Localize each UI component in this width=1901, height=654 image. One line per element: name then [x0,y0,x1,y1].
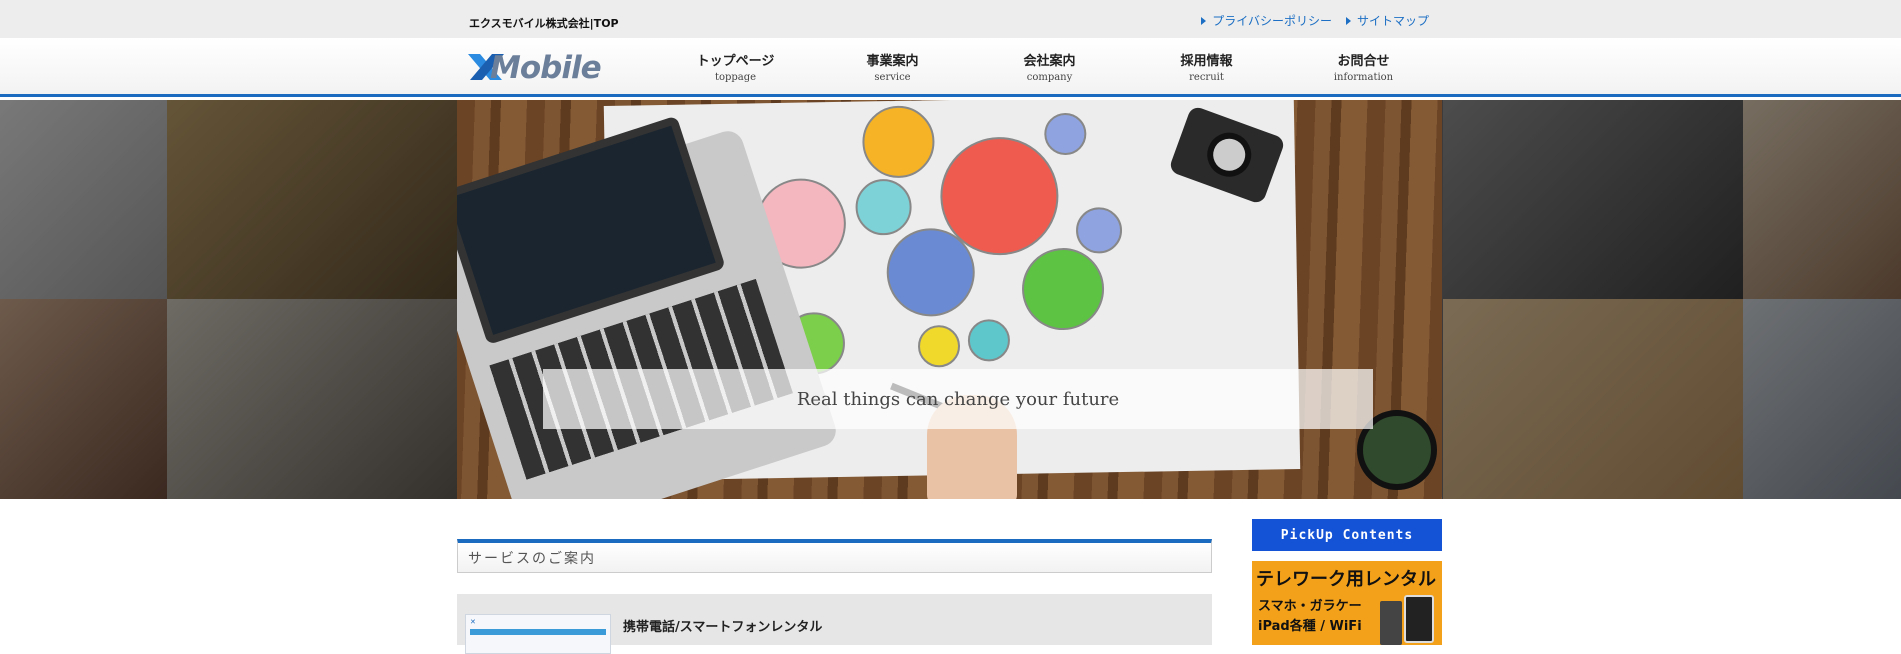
site-header: Mobile トップページ toppage 事業案内 service 会社案内 … [0,38,1901,97]
hero-main-photo [457,100,1442,499]
hero-tagline: Real things can change your future [796,388,1120,410]
nav-label-jp: 事業案内 [866,54,919,69]
mindmap-circle [917,324,961,368]
logo-text: Mobile [490,50,602,86]
nav-label-en: service [874,72,911,83]
privacy-policy-label: プライバシーポリシー [1212,14,1332,28]
pickup-contents-heading: PickUp Contents [1252,519,1442,551]
nav-item-information[interactable]: お問合せ information [1285,44,1442,83]
triangle-bullet-icon [1345,16,1351,25]
top-bar: エクスモバイル株式会社|TOP プライバシーポリシー サイトマップ [0,0,1901,38]
banner-title: テレワーク用レンタル [1256,569,1436,590]
nav-label-jp: 採用情報 [1180,54,1233,69]
nav-item-service[interactable]: 事業案内 service [814,44,971,83]
smartphone-icon [1404,595,1434,643]
hero-right-shade [1443,100,1901,499]
nav-item-toppage[interactable]: トップページ toppage [657,44,814,83]
hero-left-shade [0,100,457,499]
service-item[interactable]: ✕ 携帯電話/スマートフォンレンタル [457,594,1212,654]
banner-subtitle-2: iPad各種 / WiFi [1258,619,1362,634]
nav-label-en: information [1333,72,1394,83]
site-title: エクスモバイル株式会社|TOP [469,17,619,30]
mindmap-circle [885,227,976,318]
nav-label-en: recruit [1189,72,1224,83]
mindmap-circle [855,178,913,236]
thumbnail-logo-icon: ✕ [470,618,476,626]
mindmap-circle [861,105,936,179]
mindmap-circle [1043,112,1087,156]
service-thumbnail[interactable]: ✕ [465,614,611,654]
nav-item-company[interactable]: 会社案内 company [971,44,1128,83]
nav-label-jp: お問合せ [1337,54,1390,69]
sitemap-label: サイトマップ [1356,14,1429,28]
main-nav: トップページ toppage 事業案内 service 会社案内 company… [657,44,1442,83]
hero-tagline-box: Real things can change your future [543,369,1373,429]
nav-label-jp: 会社案内 [1023,54,1076,69]
nav-label-en: toppage [714,72,757,83]
xmobile-logo[interactable]: Mobile [466,50,644,86]
nav-label-en: company [1026,72,1073,83]
sitemap-link[interactable]: サイトマップ [1345,12,1429,29]
service-title-link[interactable]: 携帯電話/スマートフォンレンタル [623,616,822,635]
mindmap-circle [967,319,1011,362]
top-links: プライバシーポリシー サイトマップ [1201,12,1429,29]
mindmap-circle [1075,207,1123,254]
camera-lens [1201,126,1258,183]
triangle-bullet-icon [1201,16,1207,25]
telework-rental-banner[interactable]: テレワーク用レンタル スマホ・ガラケー iPad各種 / WiFi [1252,561,1442,645]
privacy-policy-link[interactable]: プライバシーポリシー [1201,12,1332,29]
services-section-heading: サービスのご案内 [457,539,1212,573]
nav-label-jp: トップページ [696,54,775,69]
thumbnail-banner [470,629,606,635]
hero-slider: Real things can change your future [0,100,1901,499]
feature-phone-icon [1380,601,1402,645]
nav-item-recruit[interactable]: 採用情報 recruit [1128,44,1285,83]
mindmap-circle [1021,247,1105,331]
banner-subtitle: スマホ・ガラケー [1258,599,1362,614]
section-title: サービスのご案内 [468,551,596,567]
